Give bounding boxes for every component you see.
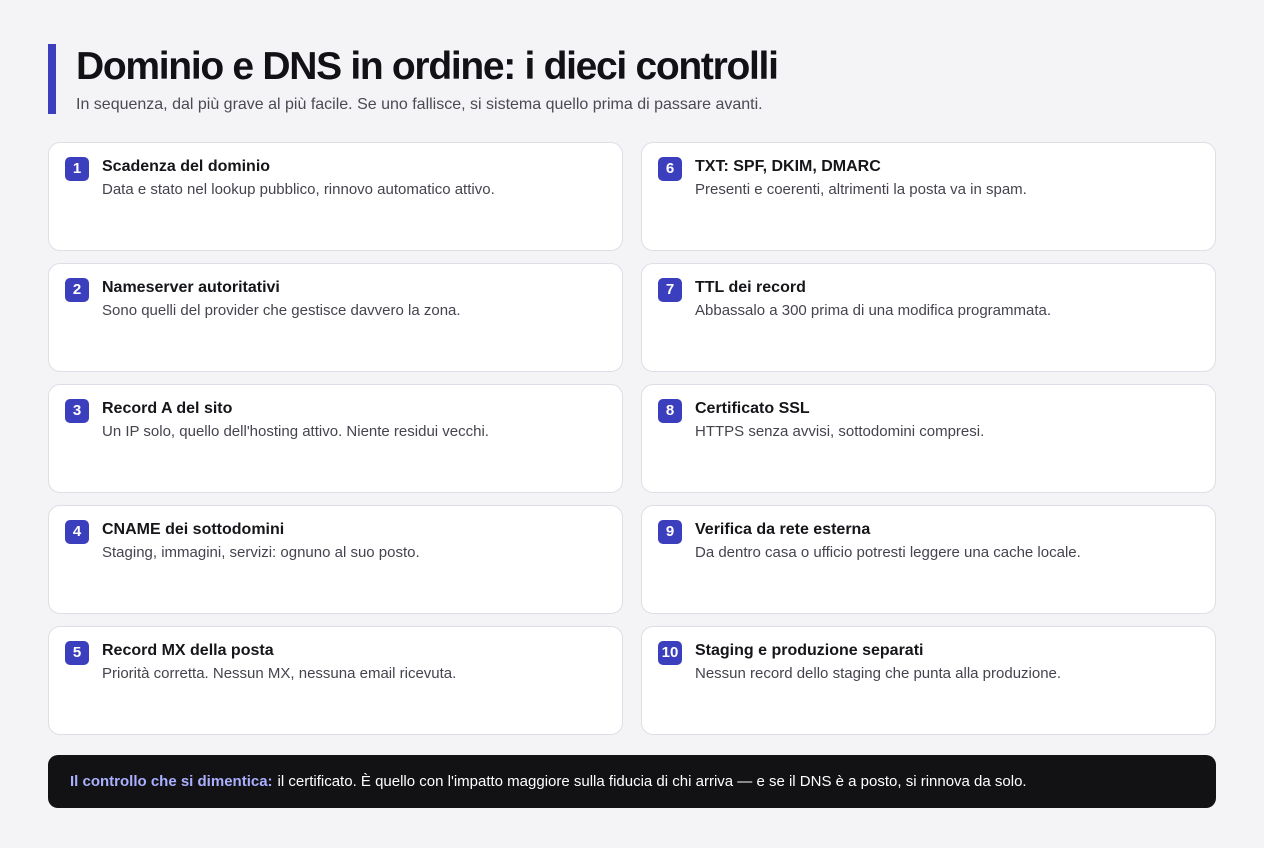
check-card-4: 4 CNAME dei sottodomini Staging, immagin…: [48, 505, 623, 614]
check-title: Certificato SSL: [695, 400, 810, 417]
check-title: TXT: SPF, DKIM, DMARC: [695, 158, 881, 175]
check-title: TTL dei record: [695, 279, 806, 296]
check-description: HTTPS senza avvisi, sottodomini compresi…: [695, 423, 985, 440]
check-title: Staging e produzione separati: [695, 642, 924, 659]
check-number-badge: 6: [658, 157, 682, 181]
footer-note: Il controllo che si dimentica: il certif…: [48, 755, 1216, 808]
check-card-9: 9 Verifica da rete esterna Da dentro cas…: [641, 505, 1216, 614]
check-card-8: 8 Certificato SSL HTTPS senza avvisi, so…: [641, 384, 1216, 493]
footer-text: il certificato. È quello con l'impatto m…: [277, 773, 1027, 790]
check-card-2: 2 Nameserver autoritativi Sono quelli de…: [48, 263, 623, 372]
check-description: Presenti e coerenti, altrimenti la posta…: [695, 181, 1027, 198]
footer-label: Il controllo che si dimentica:: [70, 773, 273, 790]
check-number-badge: 5: [65, 641, 89, 665]
check-title: Nameserver autoritativi: [102, 279, 280, 296]
check-number-badge: 7: [658, 278, 682, 302]
check-description: Un IP solo, quello dell'hosting attivo. …: [102, 423, 489, 440]
check-number-badge: 9: [658, 520, 682, 544]
check-description: Staging, immagini, servizi: ognuno al su…: [102, 544, 420, 561]
check-title: Scadenza del dominio: [102, 158, 271, 175]
check-number-badge: 1: [65, 157, 89, 181]
check-description: Priorità corretta. Nessun MX, nessuna em…: [102, 665, 457, 682]
check-description: Sono quelli del provider che gestisce da…: [102, 302, 461, 319]
check-card-5: 5 Record MX della posta Priorità corrett…: [48, 626, 623, 735]
checks-grid: 1 Scadenza del dominio Data e stato nel …: [48, 142, 1216, 735]
page-subtitle: In sequenza, dal più grave al più facile…: [76, 96, 763, 113]
check-card-3: 3 Record A del sito Un IP solo, quello d…: [48, 384, 623, 493]
check-description: Da dentro casa o ufficio potresti legger…: [695, 544, 1081, 561]
check-card-1: 1 Scadenza del dominio Data e stato nel …: [48, 142, 623, 251]
check-card-6: 6 TXT: SPF, DKIM, DMARC Presenti e coere…: [641, 142, 1216, 251]
check-title: Verifica da rete esterna: [695, 521, 871, 538]
check-number-badge: 8: [658, 399, 682, 423]
check-description: Abbassalo a 300 prima di una modifica pr…: [695, 302, 1052, 319]
check-card-7: 7 TTL dei record Abbassalo a 300 prima d…: [641, 263, 1216, 372]
check-number-badge: 4: [65, 520, 89, 544]
header-accent-bar: [48, 44, 56, 114]
page-header: Dominio e DNS in ordine: i dieci control…: [48, 44, 1216, 114]
check-card-10: 10 Staging e produzione separati Nessun …: [641, 626, 1216, 735]
check-title: Record A del sito: [102, 400, 233, 417]
check-description: Data e stato nel lookup pubblico, rinnov…: [102, 181, 495, 198]
check-title: CNAME dei sottodomini: [102, 521, 285, 538]
check-number-badge: 10: [658, 641, 682, 665]
check-description: Nessun record dello staging che punta al…: [695, 665, 1062, 682]
check-number-badge: 2: [65, 278, 89, 302]
check-title: Record MX della posta: [102, 642, 274, 659]
check-number-badge: 3: [65, 399, 89, 423]
page-title: Dominio e DNS in ordine: i dieci control…: [76, 45, 779, 88]
